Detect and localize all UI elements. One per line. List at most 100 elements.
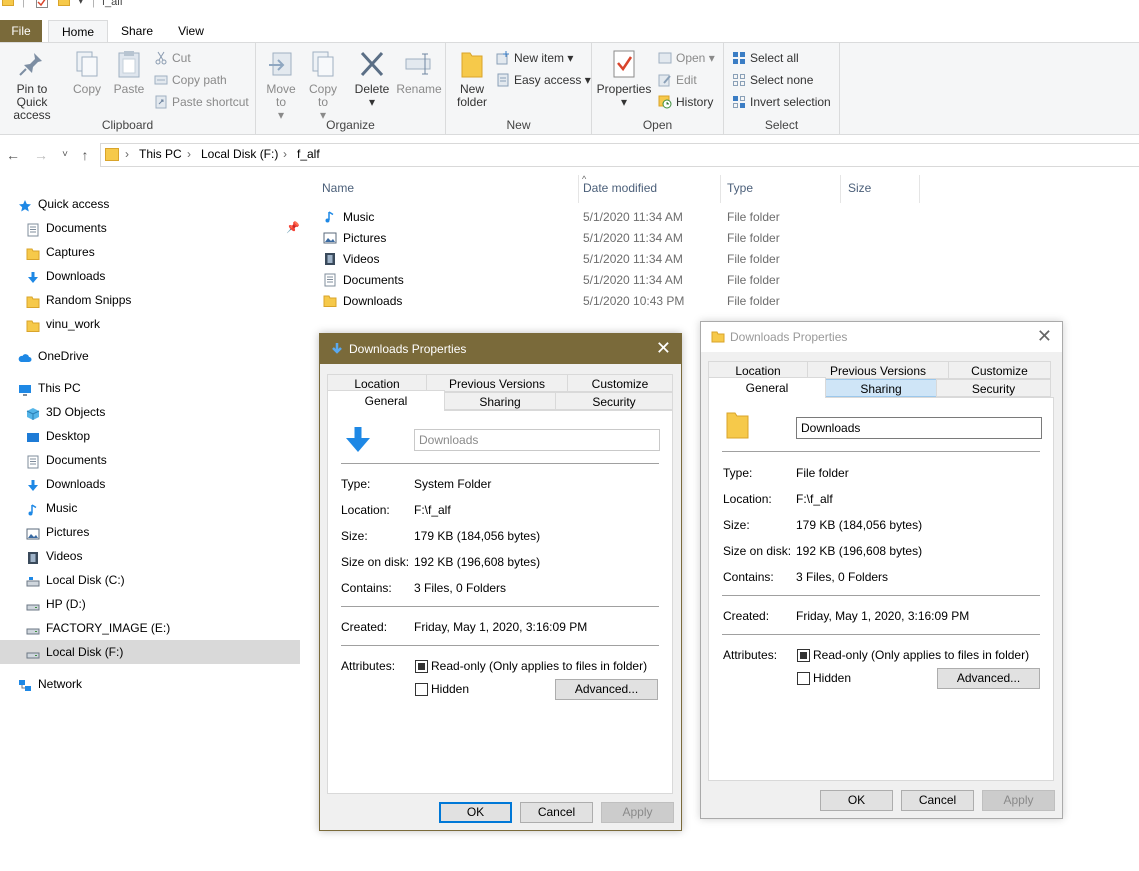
sidebar-item[interactable]: Local Disk (C:) [0, 568, 300, 592]
new-item-button[interactable]: New item ▾ [496, 49, 573, 69]
address-bar[interactable]: › This PC › Local Disk (F:) › f_alf [100, 143, 1139, 167]
delete-button[interactable]: Delete ▾ [352, 49, 392, 109]
pin-to-quick-access-button[interactable]: Pin to Quick access [0, 49, 64, 122]
ok-button[interactable]: OK [439, 802, 512, 823]
paste-button[interactable]: Paste [110, 49, 148, 96]
created-value: Friday, May 1, 2020, 3:16:09 PM [796, 609, 970, 623]
tab-file[interactable]: File [0, 20, 42, 42]
tab-view[interactable]: View [166, 20, 216, 42]
customize-quick-access-icon[interactable]: ▾ [78, 0, 84, 7]
sidebar-item[interactable]: Downloads [0, 472, 300, 496]
sidebar-item-label: Random Snipps [46, 293, 132, 307]
select-all-button[interactable]: Select all [732, 49, 799, 69]
properties-label: Properties [596, 82, 652, 96]
tab-share[interactable]: Share [112, 20, 162, 42]
folder-name-field[interactable]: Downloads [796, 417, 1042, 439]
drive-icon [26, 597, 40, 611]
properties-button[interactable]: Properties ▾ [596, 49, 652, 109]
sidebar-item[interactable]: Quick access [0, 192, 300, 216]
sidebar-item[interactable]: 3D Objects [0, 400, 300, 424]
close-icon[interactable]: ✕ [656, 339, 671, 357]
sidebar-item[interactable]: FACTORY_IMAGE (E:) [0, 616, 300, 640]
sidebar-item[interactable]: This PC [0, 376, 300, 400]
file-row[interactable]: Videos 5/1/2020 11:34 AM File folder [312, 249, 932, 270]
tab-security[interactable]: Security [936, 379, 1051, 397]
column-header-name[interactable]: Name [322, 181, 354, 195]
invert-selection-button[interactable]: Invert selection [732, 93, 831, 113]
tab-customize[interactable]: Customize [567, 374, 673, 392]
divider [722, 451, 1040, 452]
sidebar-item[interactable]: Videos [0, 544, 300, 568]
new-folder-quick-icon[interactable] [58, 0, 70, 6]
sidebar-item[interactable]: Pictures [0, 520, 300, 544]
forward-arrow-icon[interactable]: → [32, 145, 50, 165]
column-header-size[interactable]: Size [848, 181, 871, 195]
sidebar-item[interactable]: Documents [0, 448, 300, 472]
sidebar-item[interactable]: Desktop [0, 424, 300, 448]
tab-sharing[interactable]: Sharing [444, 392, 556, 410]
tab-customize[interactable]: Customize [948, 361, 1051, 379]
cancel-button[interactable]: Cancel [901, 790, 974, 811]
sidebar-item[interactable]: Music [0, 496, 300, 520]
tab-home[interactable]: Home [48, 20, 108, 42]
advanced-button[interactable]: Advanced... [555, 679, 658, 700]
file-row[interactable]: Downloads 5/1/2020 10:43 PM File folder [312, 291, 932, 312]
rename-button[interactable]: Rename [394, 49, 444, 96]
sidebar-item[interactable]: Downloads [0, 264, 300, 288]
advanced-button[interactable]: Advanced... [937, 668, 1040, 689]
column-header-type[interactable]: Type [727, 181, 753, 195]
edit-button[interactable]: Edit [658, 71, 697, 91]
cut-button[interactable]: Cut [154, 49, 191, 69]
tab-security[interactable]: Security [555, 392, 673, 410]
back-arrow-icon[interactable]: ← [4, 145, 22, 165]
ok-button[interactable]: OK [820, 790, 893, 811]
sidebar-item[interactable]: Local Disk (F:) [0, 640, 300, 664]
tab-previous-versions[interactable]: Previous Versions [807, 361, 949, 379]
sidebar-item[interactable]: OneDrive [0, 344, 300, 368]
copy-to-button[interactable]: Copy to ▾ [304, 49, 342, 122]
sidebar-item[interactable]: Network [0, 672, 300, 696]
file-row[interactable]: Documents 5/1/2020 11:34 AM File folder [312, 270, 932, 291]
paste-shortcut-button[interactable]: Paste shortcut [154, 93, 249, 113]
sidebar-item[interactable]: HP (D:) [0, 592, 300, 616]
folder-name-field[interactable]: Downloads [414, 429, 660, 451]
sidebar-item[interactable]: Captures [0, 240, 300, 264]
new-folder-button[interactable]: New folder [452, 49, 492, 109]
sidebar-item[interactable]: vinu_work [0, 312, 300, 336]
tab-general[interactable]: General [708, 377, 826, 398]
breadcrumb-separator: › [283, 147, 287, 161]
easy-access-button[interactable]: Easy access ▾ [496, 71, 591, 91]
apply-button[interactable]: Apply [982, 790, 1055, 811]
breadcrumb-f-alf[interactable]: f_alf [297, 147, 320, 161]
history-button[interactable]: History [658, 93, 713, 113]
properties-quick-icon[interactable] [36, 0, 48, 8]
tab-general[interactable]: General [327, 390, 445, 411]
move-to-button[interactable]: Move to ▾ [262, 49, 300, 122]
sidebar-item[interactable]: Documents 📌 [0, 216, 300, 240]
file-row[interactable]: Pictures 5/1/2020 11:34 AM File folder [312, 228, 932, 249]
apply-button[interactable]: Apply [601, 802, 674, 823]
cancel-button[interactable]: Cancel [520, 802, 593, 823]
sidebar-item[interactable]: Random Snipps [0, 288, 300, 312]
copy-path-button[interactable]: Copy path [154, 71, 227, 91]
sidebar-item-label: vinu_work [46, 317, 101, 331]
tab-sharing[interactable]: Sharing [825, 379, 937, 397]
file-row[interactable]: Music 5/1/2020 11:34 AM File folder [312, 207, 932, 228]
select-none-button[interactable]: Select none [732, 71, 813, 91]
close-icon[interactable]: ✕ [1037, 327, 1052, 345]
copy-button[interactable]: Copy [68, 49, 106, 96]
recent-locations-chevron-icon[interactable]: ˅ [56, 145, 74, 165]
up-arrow-icon[interactable]: ↑ [76, 145, 94, 165]
dialog-title-bar[interactable]: Downloads Properties ✕ [320, 334, 681, 364]
readonly-checkbox[interactable] [415, 660, 428, 673]
hidden-checkbox[interactable] [797, 672, 810, 685]
hidden-checkbox[interactable] [415, 683, 428, 696]
dialog-title-bar[interactable]: Downloads Properties ✕ [701, 322, 1062, 352]
breadcrumb-local-disk-f[interactable]: Local Disk (F:) [201, 147, 278, 161]
tab-previous-versions[interactable]: Previous Versions [426, 374, 568, 392]
pin-icon[interactable]: 📌 [286, 216, 300, 240]
column-header-date-modified[interactable]: Date modified [583, 181, 657, 195]
readonly-checkbox[interactable] [797, 649, 810, 662]
breadcrumb-this-pc[interactable]: This PC [139, 147, 182, 161]
open-button[interactable]: Open ▾ [658, 49, 715, 69]
